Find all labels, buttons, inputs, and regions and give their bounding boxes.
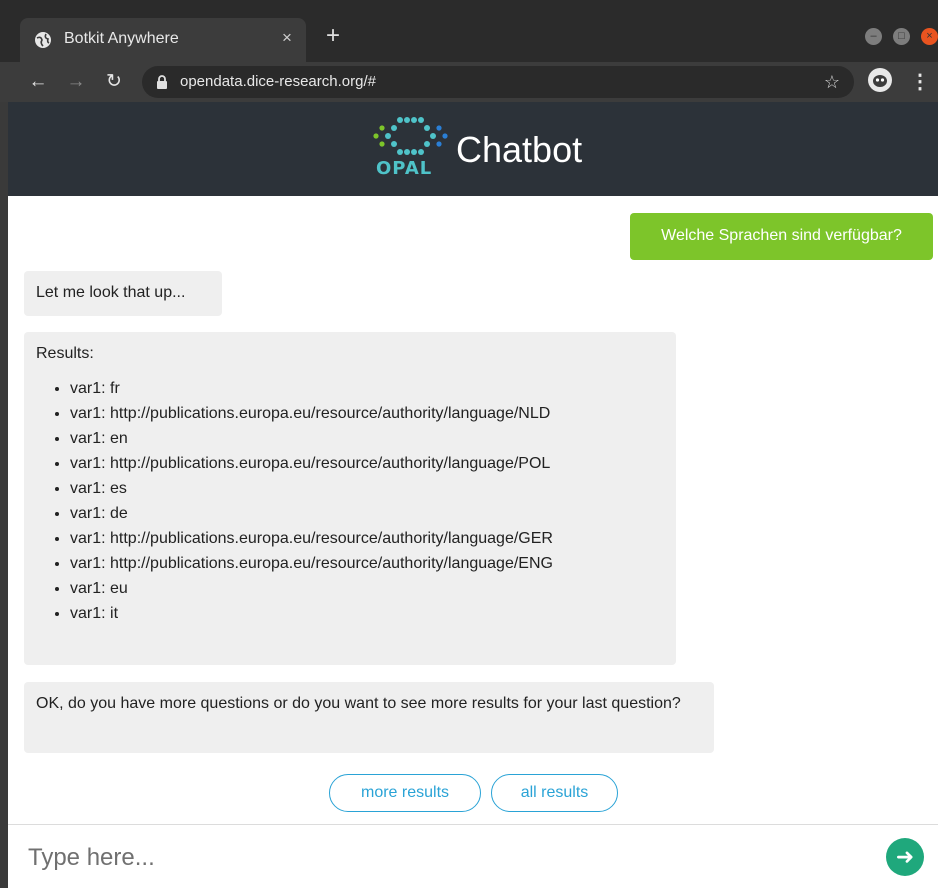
close-icon[interactable]: × [276, 27, 298, 49]
address-bar[interactable]: opendata.dice-research.org/# ☆ [142, 66, 854, 98]
results-heading: Results: [36, 345, 94, 362]
more-results-button[interactable]: more results [329, 774, 481, 812]
tab-title: Botkit Anywhere [64, 30, 179, 47]
user-message: Welche Sprachen sind verfügbar? [630, 213, 933, 260]
list-item: var1: eu [70, 576, 664, 601]
bot-message: Let me look that up... [24, 271, 222, 316]
all-results-button[interactable]: all results [491, 774, 618, 812]
url-text: opendata.dice-research.org/# [180, 73, 376, 90]
arrow-right-icon: ➜ [895, 844, 915, 869]
message-input[interactable] [26, 839, 790, 877]
list-item: var1: http://publications.europa.eu/reso… [70, 401, 664, 426]
logo-text: OPAL [376, 158, 433, 179]
list-item: var1: http://publications.europa.eu/reso… [70, 451, 664, 476]
back-arrow-icon[interactable]: ← [26, 70, 50, 94]
menu-icon[interactable]: ⋮ [910, 70, 930, 94]
browser-tab-bar: Botkit Anywhere × + – □ × [0, 0, 938, 62]
bot-message-results: Results: var1: fr var1: http://publicati… [24, 332, 676, 665]
page-title: Chatbot [456, 129, 583, 170]
list-item: var1: http://publications.europa.eu/reso… [70, 551, 664, 576]
close-window-button[interactable]: × [921, 28, 938, 45]
send-button[interactable]: ➜ [886, 838, 924, 876]
plus-icon[interactable]: + [320, 24, 346, 50]
profile-icon[interactable] [868, 68, 892, 92]
browser-toolbar: ← → ↻ opendata.dice-research.org/# ☆ ⋮ [0, 62, 938, 102]
star-icon[interactable]: ☆ [820, 70, 844, 94]
minimize-window-button[interactable]: – [865, 28, 882, 45]
list-item: var1: es [70, 476, 664, 501]
message-composer: ➜ [8, 824, 938, 889]
list-item: var1: fr [70, 376, 664, 401]
list-item: var1: de [70, 501, 664, 526]
maximize-window-button[interactable]: □ [893, 28, 910, 45]
list-item: var1: http://publications.europa.eu/reso… [70, 526, 664, 551]
page-viewport: OPAL Chatbot Welche Sprachen sind verfüg… [0, 102, 938, 889]
results-list: var1: fr var1: http://publications.europ… [36, 376, 664, 626]
browser-tab[interactable]: Botkit Anywhere × [20, 18, 306, 62]
forward-arrow-icon[interactable]: → [64, 70, 88, 94]
bot-message: OK, do you have more questions or do you… [24, 682, 714, 753]
chat-header: OPAL Chatbot [8, 102, 938, 196]
opal-logo [373, 117, 448, 155]
globe-icon [35, 32, 51, 48]
list-item: var1: en [70, 426, 664, 451]
lock-icon [157, 75, 167, 89]
list-item: var1: it [70, 601, 664, 626]
reload-icon[interactable]: ↻ [102, 70, 126, 94]
